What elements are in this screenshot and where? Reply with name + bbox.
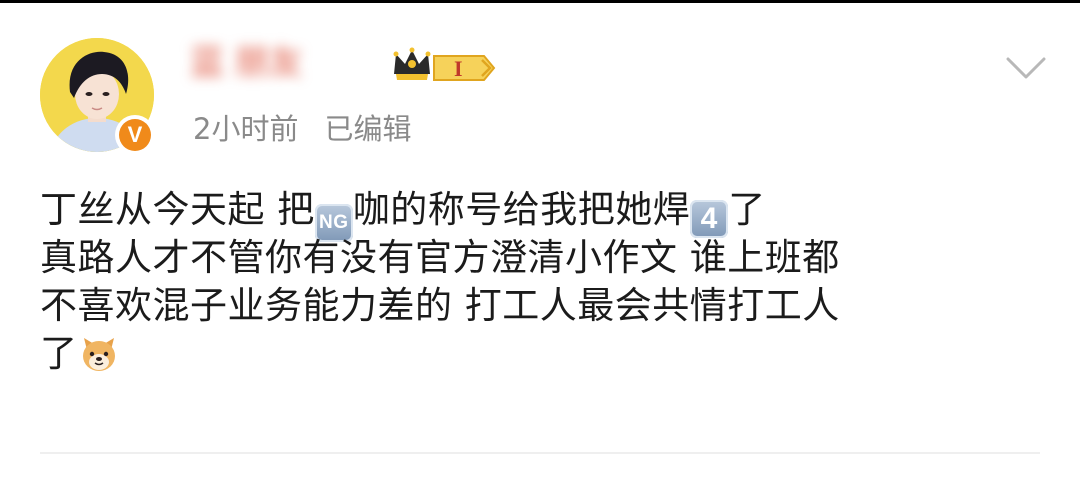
post-line-4: 了 <box>40 330 1050 378</box>
bottom-divider <box>40 452 1040 454</box>
author-name[interactable]: 蓝 朋友 <box>190 40 390 86</box>
post-text: 了 <box>40 332 78 375</box>
dog-emoji-icon <box>82 338 115 371</box>
verified-badge-label: V <box>119 119 151 151</box>
post-meta: 2小时前 已编辑 <box>193 109 411 149</box>
post-line-2: 真路人才不管你有没有官方澄清小作文 谁上班都 <box>40 236 840 279</box>
chevron-down-icon[interactable] <box>1004 53 1048 83</box>
crown-icon <box>393 47 431 80</box>
post-text: 丁丝从今天起 把 <box>40 188 315 231</box>
post-text: 咖的称号给我把她焊 <box>352 188 691 231</box>
verified-badge: V <box>115 115 155 155</box>
post-text: 了 <box>728 188 766 231</box>
level-badge-text: I <box>454 56 463 81</box>
post-line-3: 不喜欢混子业务能力差的 打工人最会共情打工人 <box>40 284 840 327</box>
keycap-4-emoji-icon: 4 <box>690 200 729 238</box>
timestamp: 2小时前 <box>193 112 299 146</box>
edited-label[interactable]: 已编辑 <box>324 112 411 146</box>
level-badge: I <box>433 55 496 81</box>
post-content: 丁丝从今天起 把 NG 咖的称号给我把她焊 4 了 真路人才不管你有没有官方澄清小作文 … <box>40 186 1050 378</box>
post-line-1: 丁丝从今天起 把 NG 咖的称号给我把她焊 4 了 <box>40 186 1050 242</box>
top-divider <box>0 0 1080 3</box>
